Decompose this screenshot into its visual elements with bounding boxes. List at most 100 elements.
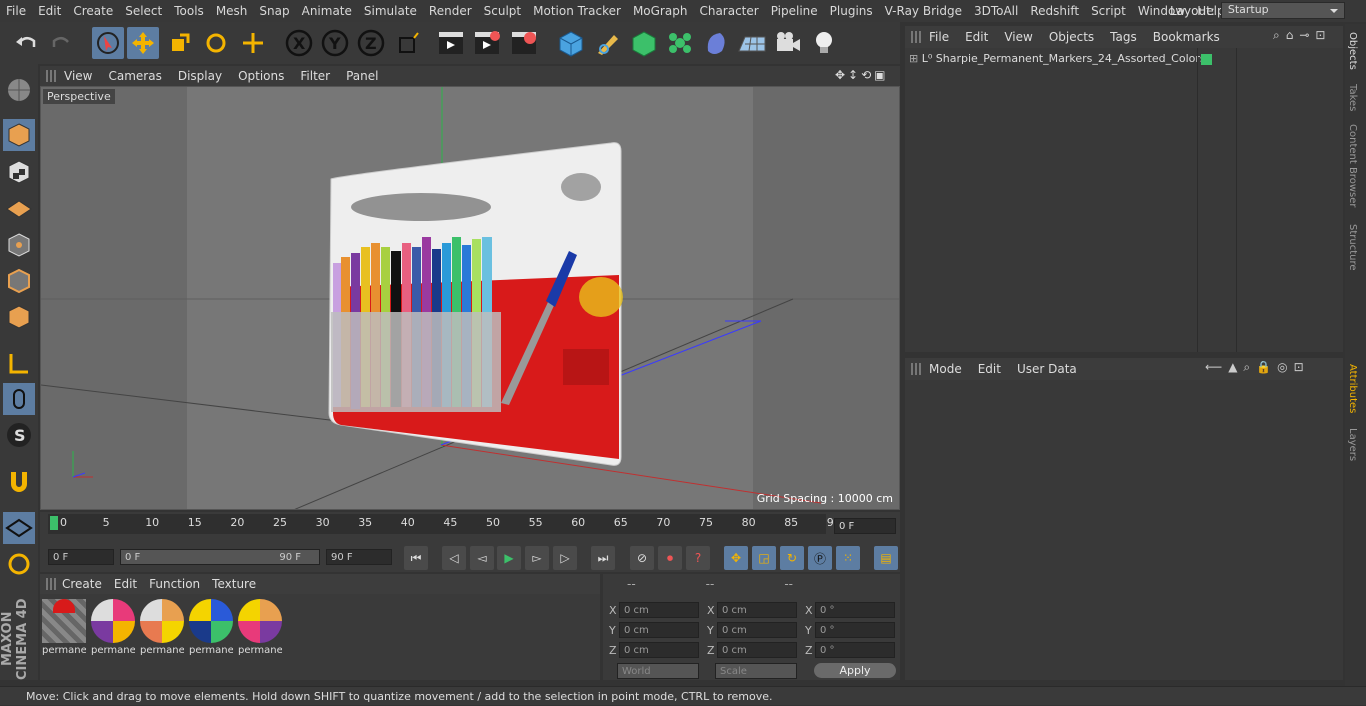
live-selection-icon[interactable] bbox=[92, 27, 124, 59]
object-menu-bookmarks[interactable]: Bookmarks bbox=[1145, 30, 1228, 44]
apply-button[interactable]: Apply bbox=[814, 663, 896, 678]
material-thumb[interactable]: permanent bbox=[42, 599, 86, 657]
cloner-icon[interactable] bbox=[664, 27, 696, 59]
menu-file[interactable]: File bbox=[0, 4, 32, 18]
object-name[interactable]: Sharpie_Permanent_Markers_24_Assorted_Co… bbox=[936, 52, 1206, 65]
object-menu-tags[interactable]: Tags bbox=[1102, 30, 1145, 44]
current-frame-field[interactable]: 0 F bbox=[834, 518, 896, 534]
x-axis-icon[interactable]: X bbox=[283, 27, 315, 59]
cube-primitive-icon[interactable] bbox=[555, 27, 587, 59]
previous-key-icon[interactable]: ◁ bbox=[442, 546, 466, 570]
render-settings-icon[interactable] bbox=[508, 27, 540, 59]
timeline-window-icon[interactable]: ▤ bbox=[874, 546, 898, 570]
material-thumb[interactable]: permanent bbox=[91, 599, 135, 657]
position-key-icon[interactable]: ✥ bbox=[724, 546, 748, 570]
viewport-menu-cameras[interactable]: Cameras bbox=[100, 69, 169, 83]
tab-attributes[interactable]: Attributes bbox=[1347, 364, 1358, 413]
tab-content-browser[interactable]: Content Browser bbox=[1347, 124, 1358, 207]
workplane-mode-icon[interactable] bbox=[3, 192, 35, 224]
attribute-menu-mode[interactable]: Mode bbox=[921, 362, 970, 376]
rotation-key-icon[interactable]: ↻ bbox=[780, 546, 804, 570]
polygons-mode-icon[interactable] bbox=[3, 301, 35, 333]
points-mode-icon[interactable] bbox=[3, 229, 35, 261]
object-menu-objects[interactable]: Objects bbox=[1041, 30, 1102, 44]
object-menu-edit[interactable]: Edit bbox=[957, 30, 996, 44]
autokey-icon[interactable]: ⏺ bbox=[658, 546, 682, 570]
render-view-icon[interactable] bbox=[435, 27, 467, 59]
material-menu-create[interactable]: Create bbox=[56, 577, 108, 591]
deformer-icon[interactable] bbox=[700, 27, 732, 59]
menu-redshift[interactable]: Redshift bbox=[1024, 4, 1085, 18]
panel-grip-icon[interactable] bbox=[911, 363, 921, 375]
previous-frame-icon[interactable]: ◅ bbox=[470, 546, 494, 570]
panel-grip-icon[interactable] bbox=[46, 70, 56, 82]
material-menu-texture[interactable]: Texture bbox=[206, 577, 262, 591]
menu-3dtoall[interactable]: 3DToAll bbox=[968, 4, 1024, 18]
expand-icon[interactable]: ⊞ bbox=[909, 52, 918, 65]
menu-plugins[interactable]: Plugins bbox=[824, 4, 879, 18]
menu-animate[interactable]: Animate bbox=[296, 4, 358, 18]
next-frame-icon[interactable]: ▻ bbox=[525, 546, 549, 570]
workplane-lock-icon[interactable] bbox=[3, 512, 35, 544]
edges-mode-icon[interactable] bbox=[3, 265, 35, 297]
scale-icon[interactable] bbox=[164, 27, 196, 59]
light-icon[interactable] bbox=[808, 27, 840, 59]
redo-icon[interactable] bbox=[46, 27, 78, 59]
pen-spline-icon[interactable] bbox=[592, 27, 624, 59]
menu-pipeline[interactable]: Pipeline bbox=[765, 4, 824, 18]
coord-field[interactable]: 0 cm bbox=[717, 602, 797, 618]
next-key-icon[interactable]: ▷ bbox=[553, 546, 577, 570]
menu-script[interactable]: Script bbox=[1085, 4, 1132, 18]
tweak-mode-icon[interactable] bbox=[3, 383, 35, 415]
transform-icon[interactable] bbox=[237, 27, 269, 59]
record-active-icon[interactable]: ⊘ bbox=[630, 546, 654, 570]
menu-sculpt[interactable]: Sculpt bbox=[478, 4, 527, 18]
model-mode-icon[interactable] bbox=[3, 119, 35, 151]
coord-field[interactable]: 0 cm bbox=[717, 622, 797, 638]
panel-grip-icon[interactable] bbox=[46, 578, 56, 590]
go-to-start-icon[interactable]: ⏮ bbox=[404, 546, 428, 570]
coord-field[interactable]: 0 cm bbox=[619, 622, 699, 638]
go-to-end-icon[interactable]: ⏭ bbox=[591, 546, 615, 570]
viewport-menu-options[interactable]: Options bbox=[230, 69, 292, 83]
playhead[interactable] bbox=[50, 516, 58, 530]
parameter-key-icon[interactable]: Ⓟ bbox=[808, 546, 832, 570]
end-frame-field[interactable]: 90 F bbox=[326, 549, 392, 565]
object-menu-view[interactable]: View bbox=[996, 30, 1040, 44]
timeline-ruler[interactable]: 051015202530354045505560657075808590 bbox=[48, 514, 841, 534]
menu-render[interactable]: Render bbox=[423, 4, 478, 18]
attribute-menu-user-data[interactable]: User Data bbox=[1009, 362, 1085, 376]
enable-axis-icon[interactable] bbox=[3, 347, 35, 379]
material-menu-edit[interactable]: Edit bbox=[108, 577, 143, 591]
tab-structure[interactable]: Structure bbox=[1347, 224, 1358, 271]
coord-field[interactable]: 0 cm bbox=[619, 602, 699, 618]
tab-objects[interactable]: Objects bbox=[1347, 32, 1358, 70]
solo-icon[interactable]: S bbox=[3, 419, 35, 451]
object-menu-file[interactable]: File bbox=[921, 30, 957, 44]
menu-v-ray-bridge[interactable]: V-Ray Bridge bbox=[879, 4, 968, 18]
camera-label[interactable]: Perspective bbox=[43, 89, 115, 104]
menu-snap[interactable]: Snap bbox=[253, 4, 295, 18]
layout-dropdown[interactable]: Startup bbox=[1220, 2, 1345, 19]
texture-mode-icon[interactable] bbox=[3, 156, 35, 188]
frame-range-slider[interactable]: 0 F 90 F bbox=[120, 549, 320, 565]
menu-edit[interactable]: Edit bbox=[32, 4, 67, 18]
object-row[interactable]: ⊞ L⁰ Sharpie_Permanent_Markers_24_Assort… bbox=[909, 52, 1206, 65]
coord-field[interactable]: 0 ° bbox=[815, 602, 895, 618]
coord-field[interactable]: 0 cm bbox=[619, 642, 699, 658]
z-axis-icon[interactable]: Z bbox=[355, 27, 387, 59]
timeline[interactable]: 051015202530354045505560657075808590 0 F bbox=[40, 512, 900, 542]
camera-icon[interactable] bbox=[772, 27, 804, 59]
coord-space-dropdown[interactable]: World bbox=[617, 663, 699, 679]
snap-icon[interactable] bbox=[3, 466, 35, 498]
attribute-menu-edit[interactable]: Edit bbox=[970, 362, 1009, 376]
coord-field[interactable]: 0 ° bbox=[815, 642, 895, 658]
tab-layers[interactable]: Layers bbox=[1347, 428, 1358, 461]
viewport-nav-icons[interactable]: ✥↕⟲▣ bbox=[835, 68, 889, 82]
tab-takes[interactable]: Takes bbox=[1347, 84, 1358, 111]
material-thumb[interactable]: permanent bbox=[189, 599, 233, 657]
material-thumb[interactable]: permanent bbox=[140, 599, 184, 657]
attribute-toolbar-icons[interactable]: ⟵▲⌕🔒◎⊡ bbox=[1205, 360, 1310, 375]
rotate-icon[interactable] bbox=[200, 27, 232, 59]
menu-create[interactable]: Create bbox=[67, 4, 119, 18]
